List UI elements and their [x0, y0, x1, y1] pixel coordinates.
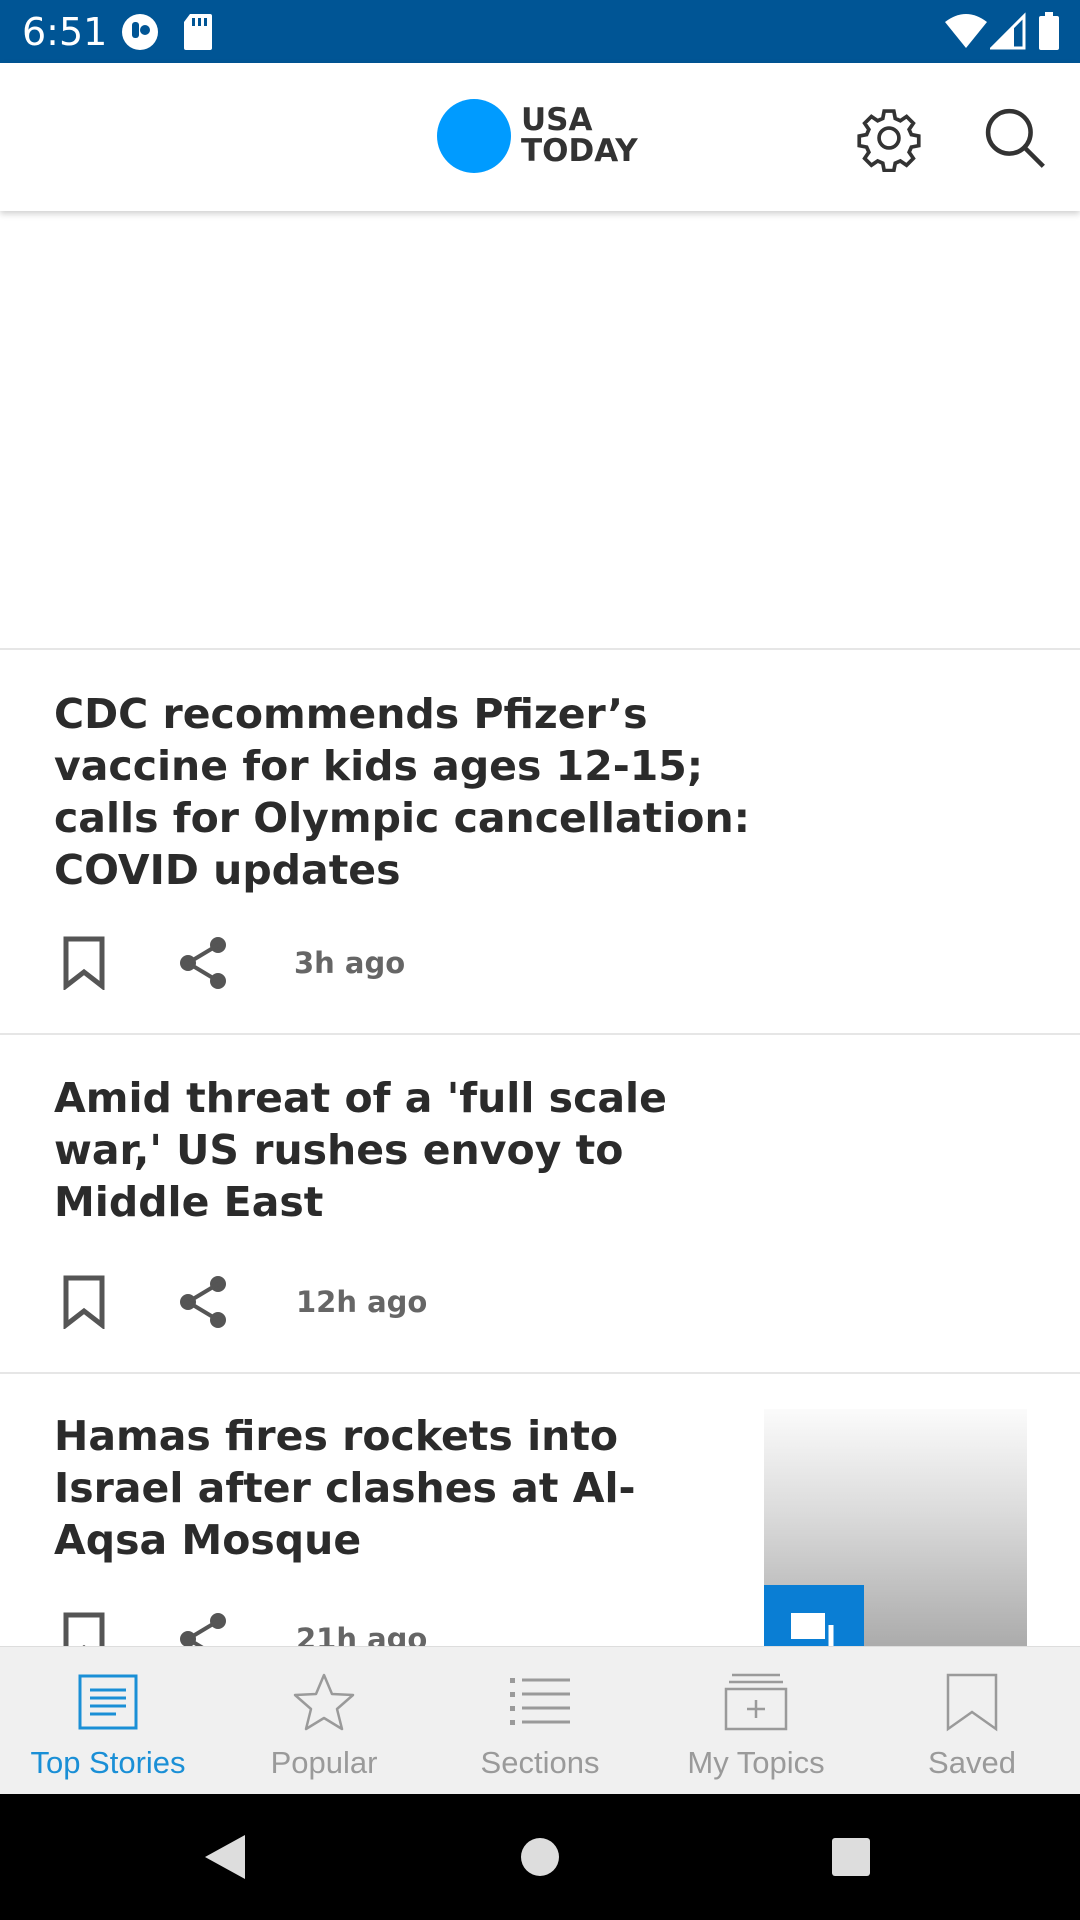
nav-label: Sections — [480, 1745, 600, 1780]
story-card[interactable]: Amid threat of a 'full scale war,' US ru… — [0, 1035, 1080, 1374]
nav-popular[interactable]: Popular — [216, 1647, 432, 1794]
recents-button[interactable] — [821, 1827, 881, 1887]
settings-button[interactable] — [844, 93, 934, 183]
battery-icon — [1038, 12, 1060, 57]
bookmark-button[interactable] — [54, 1272, 114, 1332]
back-button[interactable] — [195, 1827, 255, 1887]
bookmark-icon — [937, 1669, 1007, 1735]
share-icon — [180, 1276, 226, 1328]
notification-icon — [120, 12, 160, 57]
status-time: 6:51 — [22, 10, 108, 54]
list-icon — [505, 1669, 575, 1735]
add-folder-icon — [721, 1669, 791, 1735]
story-headline[interactable]: CDC recommends Pfizer’s vaccine for kids… — [54, 688, 754, 896]
logo-text: USA TODAY — [521, 105, 638, 167]
nav-label: My Topics — [687, 1745, 825, 1780]
share-icon — [180, 1613, 226, 1646]
wifi-icon — [944, 12, 988, 55]
bookmark-icon — [63, 1275, 105, 1329]
ad-placeholder — [0, 211, 1080, 650]
home-icon — [521, 1838, 559, 1876]
sd-card-icon — [182, 12, 214, 57]
nav-top-stories[interactable]: Top Stories — [0, 1647, 216, 1794]
nav-label: Popular — [270, 1745, 378, 1780]
search-icon — [985, 108, 1045, 168]
newspaper-icon — [73, 1669, 143, 1735]
story-actions: 3h ago — [54, 933, 405, 993]
star-icon — [289, 1669, 359, 1735]
story-headline[interactable]: Hamas fires rockets into Israel after cl… — [54, 1410, 674, 1566]
nav-my-topics[interactable]: My Topics — [648, 1647, 864, 1794]
status-bar: 6:51 — [0, 0, 1080, 63]
bookmark-icon — [63, 1612, 105, 1646]
gear-icon — [857, 109, 921, 172]
bottom-nav: Top Stories Popular Sections My Topics S… — [0, 1646, 1080, 1794]
logo-line-1: USA — [521, 102, 593, 138]
nav-sections[interactable]: Sections — [432, 1647, 648, 1794]
bookmark-icon — [63, 936, 105, 990]
nav-label: Top Stories — [30, 1745, 186, 1780]
share-button[interactable] — [174, 933, 234, 993]
back-icon — [205, 1835, 245, 1879]
story-card[interactable]: CDC recommends Pfizer’s vaccine for kids… — [0, 650, 1080, 1035]
story-timestamp: 21h ago — [296, 1622, 428, 1646]
logo-circle — [437, 99, 511, 173]
story-headline[interactable]: Amid threat of a 'full scale war,' US ru… — [54, 1072, 694, 1228]
gallery-badge — [764, 1585, 864, 1646]
gallery-icon — [791, 1613, 834, 1646]
recents-icon — [832, 1838, 870, 1876]
share-button[interactable] — [174, 1609, 234, 1646]
usa-today-logo[interactable]: USA TODAY — [437, 99, 638, 173]
story-timestamp: 12h ago — [296, 1285, 428, 1319]
story-card[interactable]: Hamas fires rockets into Israel after cl… — [0, 1374, 1080, 1646]
search-button[interactable] — [970, 93, 1060, 183]
share-icon — [180, 937, 226, 989]
story-timestamp: 3h ago — [294, 946, 406, 980]
app-bar: USA TODAY — [0, 63, 1080, 211]
signal-icon — [988, 12, 1026, 55]
home-button[interactable] — [510, 1827, 570, 1887]
system-nav-bar — [0, 1794, 1080, 1920]
story-actions: 21h ago — [54, 1609, 427, 1646]
bookmark-button[interactable] — [54, 933, 114, 993]
bookmark-button[interactable] — [54, 1609, 114, 1646]
share-button[interactable] — [174, 1272, 234, 1332]
story-thumbnail[interactable] — [764, 1409, 1027, 1646]
nav-label: Saved — [928, 1745, 1016, 1780]
logo-line-2: TODAY — [521, 133, 638, 169]
nav-saved[interactable]: Saved — [864, 1647, 1080, 1794]
story-actions: 12h ago — [54, 1272, 427, 1332]
